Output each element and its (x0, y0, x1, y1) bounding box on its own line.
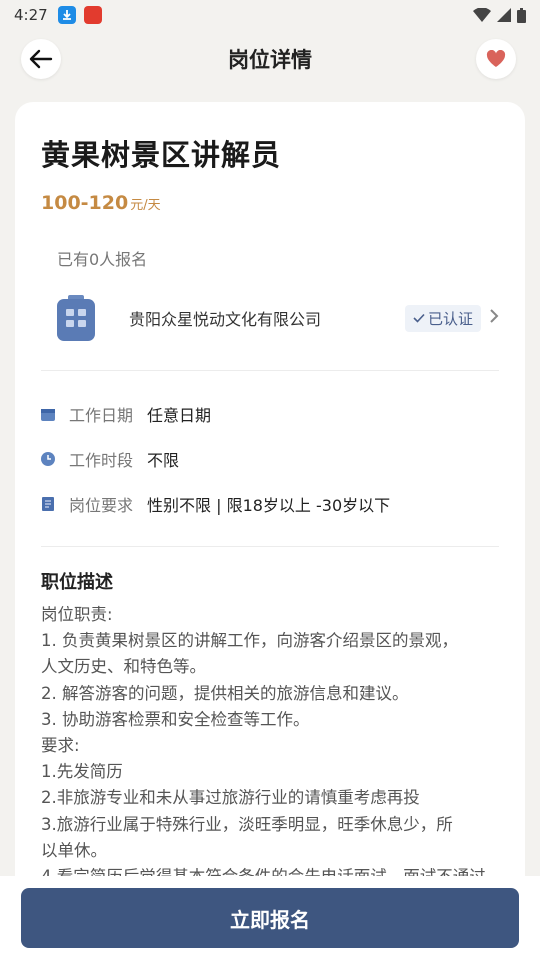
verified-label: 已认证 (427, 309, 473, 328)
description-line: 1. 负责黄果树景区的讲解工作，向游客介绍景区的景观， (41, 631, 458, 651)
job-detail-card: 黄果树景区讲解员 100-120 元/天 已有0人报名 贵阳众星悦动文化有限公司 … (15, 102, 525, 902)
back-button[interactable] (21, 39, 61, 79)
divider (41, 370, 499, 371)
page-title: 岗位详情 (228, 48, 312, 72)
apply-button[interactable]: 立即报名 (21, 888, 519, 948)
info-row-work-time: 工作时段 不限 (41, 447, 179, 471)
document-icon (41, 497, 55, 511)
description-line: 2.非旅游专业和未从事过旅游行业的请慎重考虑再投 (41, 788, 420, 808)
verified-badge: 已认证 (404, 304, 481, 332)
divider (41, 546, 499, 547)
description-line: 1.先发简历 (41, 762, 123, 782)
company-logo-icon (51, 293, 101, 343)
signal-icon (497, 8, 511, 22)
chevron-right-icon (489, 308, 499, 329)
clock-icon (41, 452, 55, 466)
check-icon (413, 313, 425, 323)
wifi-icon (473, 8, 491, 22)
info-value: 不限 (147, 451, 180, 470)
calendar-icon (41, 407, 55, 421)
description-line: 3. 协助游客检票和安全检查等工作。 (41, 709, 310, 729)
salary: 100-120 元/天 (41, 192, 161, 214)
top-bar: 岗位详情 (0, 30, 540, 88)
description-body: 岗位职责: 1. 负责黄果树景区的讲解工作，向游客介绍景区的景观， 人文历史、和… (41, 602, 501, 890)
description-line: 以单休。 (41, 840, 107, 860)
info-label: 工作日期 (69, 406, 134, 425)
status-bar: 4:27 (0, 0, 540, 30)
description-line: 3.旅游行业属于特殊行业，淡旺季明显，旺季休息少，所 (41, 814, 453, 834)
description-line: 岗位职责: (41, 605, 113, 624)
status-icons (473, 7, 526, 23)
salary-range: 100-120 (41, 192, 129, 214)
info-value: 性别不限 | 限18岁以上 -30岁以下 (147, 496, 391, 515)
company-name: 贵阳众星悦动文化有限公司 (129, 310, 322, 329)
download-app-icon (57, 6, 76, 24)
favorite-button[interactable] (476, 39, 516, 79)
company-row[interactable]: 贵阳众星悦动文化有限公司 已认证 (41, 290, 499, 346)
info-label: 岗位要求 (69, 496, 134, 515)
description-line: 人文历史、和特色等。 (41, 657, 206, 677)
status-time: 4:27 (14, 6, 48, 24)
job-title: 黄果树景区讲解员 (41, 138, 282, 172)
news-app-icon (83, 6, 102, 24)
battery-icon (517, 7, 526, 23)
description-line: 要求: (41, 736, 80, 756)
heart-icon (486, 50, 506, 67)
info-row-requirements: 岗位要求 性别不限 | 限18岁以上 -30岁以下 (41, 492, 390, 516)
description-line: 2. 解答游客的问题，提供相关的旅游信息和建议。 (41, 683, 409, 703)
salary-unit: 元/天 (130, 198, 161, 213)
arrow-left-icon (29, 49, 53, 69)
info-label: 工作时段 (69, 451, 134, 470)
info-value: 任意日期 (147, 406, 212, 425)
description-title: 职位描述 (41, 572, 113, 593)
signup-count: 已有0人报名 (57, 250, 148, 269)
info-row-work-date: 工作日期 任意日期 (41, 402, 211, 426)
